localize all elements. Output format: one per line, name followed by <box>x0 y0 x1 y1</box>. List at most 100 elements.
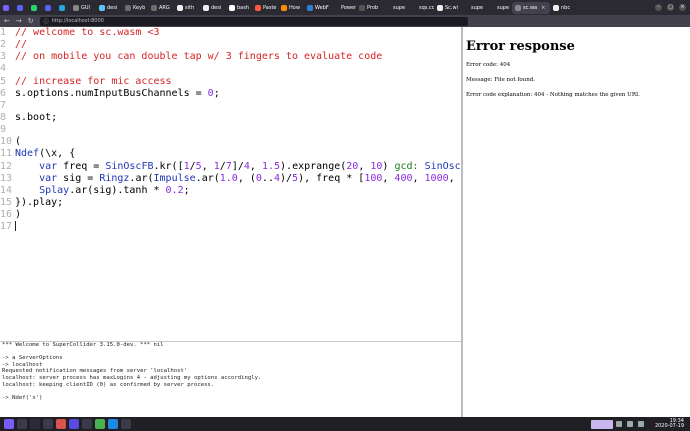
code-line[interactable]: 1 // welcome to sc.wasm <3 <box>0 27 461 39</box>
network-icon[interactable] <box>615 421 622 427</box>
code-line[interactable]: 14 Splay.ar(sig).tanh * 0.2; <box>0 185 461 197</box>
minimize-button[interactable]: – <box>655 4 662 11</box>
code-line[interactable]: 17 <box>0 221 461 233</box>
post-window: *** Welcome to SuperCollider 3.15.0-dev.… <box>0 341 461 418</box>
browser-tab[interactable]: sc.wa × <box>512 1 550 14</box>
line-number: 12 <box>0 160 13 172</box>
edge-icon[interactable] <box>108 419 118 429</box>
app-menu-icon[interactable] <box>4 419 14 429</box>
line-number: 10 <box>0 136 13 148</box>
code-token: ) <box>382 160 395 172</box>
code-line[interactable]: 15}).play; <box>0 197 461 209</box>
post-line: *** Welcome to SuperCollider 3.15.0-dev.… <box>2 342 164 348</box>
browser-tab[interactable]: sith <box>174 0 200 15</box>
code-editor[interactable]: 1 // welcome to sc.wasm <3 2 // 3 // on mobil… <box>0 27 461 340</box>
code-line[interactable]: 8 s.boot; <box>0 112 461 124</box>
code-line[interactable]: 7 <box>0 100 461 112</box>
code-token: .. <box>261 172 274 184</box>
url-bar[interactable]: ⓘ http://localhost:8000 <box>39 16 468 26</box>
arrow-left-icon[interactable]: ← <box>4 16 10 26</box>
browser-tab[interactable]: GUI <box>70 0 96 15</box>
browser-tab[interactable]: Keyb <box>122 0 148 15</box>
code-token: 1.0 <box>219 172 238 184</box>
code-token: )/ <box>280 172 293 184</box>
browser-tab[interactable]: WebF <box>304 0 330 15</box>
settings-icon[interactable] <box>121 419 131 429</box>
files-icon[interactable] <box>43 419 53 429</box>
code-token: ).exprange( <box>280 160 347 172</box>
close-tab-icon[interactable]: × <box>541 5 545 11</box>
browser-tab[interactable] <box>42 0 56 15</box>
code-token: freq = <box>57 160 106 172</box>
tab-favicon-icon <box>177 4 183 11</box>
browser-tab[interactable] <box>28 0 42 15</box>
browser-tab[interactable]: bash <box>226 0 252 15</box>
editor-icon[interactable] <box>69 419 79 429</box>
browser-tab[interactable]: Paste <box>252 0 278 15</box>
code-token: Ndef <box>15 148 40 160</box>
arrow-right-icon[interactable]: → <box>16 16 22 26</box>
code-token: 1000 <box>424 172 449 184</box>
code-token: , <box>448 172 461 184</box>
taskbar: 19:34 2020-07-19 <box>0 417 690 431</box>
folder-icon[interactable] <box>82 419 92 429</box>
code-line[interactable]: 12 var freq = SinOscFB.kr([1/5, 1/7]/4, … <box>0 161 461 173</box>
terminal-icon[interactable] <box>17 419 27 429</box>
tab-favicon-icon <box>125 4 131 11</box>
browser-tab[interactable]: Prob <box>356 0 382 15</box>
browser-tab[interactable] <box>14 0 28 15</box>
code-line[interactable]: 3 // on mobile you can double tap w/ 3 fi… <box>0 51 461 63</box>
tab-label: bash <box>237 4 250 11</box>
code-line[interactable]: 13 var sig = Ringz.ar(Impulse.ar(1.0, (0… <box>0 173 461 185</box>
browser-tab[interactable]: How <box>278 0 304 15</box>
code-token: Ringz <box>99 172 130 184</box>
browser-tab[interactable]: ARG <box>148 0 174 15</box>
maximize-button[interactable]: □ <box>667 4 674 11</box>
code-line[interactable]: 2 // <box>0 39 461 51</box>
code-line[interactable]: 9 <box>0 124 461 136</box>
sw-icon[interactable] <box>30 419 40 429</box>
browser-tab[interactable]: supe <box>382 0 408 15</box>
close-window-button[interactable]: × <box>679 4 686 11</box>
code-line[interactable]: 4 <box>0 63 461 75</box>
browser-tab[interactable]: sqs.code <box>408 0 434 15</box>
reload-icon[interactable]: ↻ <box>28 16 34 26</box>
browser-tab[interactable]: supe <box>460 0 486 15</box>
firefox-icon[interactable] <box>56 419 66 429</box>
chrome-icon[interactable] <box>95 419 105 429</box>
code-token: 20 <box>346 160 359 172</box>
post-line: localhost: server process has maxLogins … <box>2 374 262 381</box>
code-line[interactable]: 16) <box>0 209 461 221</box>
browser-tab[interactable]: nbc <box>550 0 576 15</box>
tab-strip: GUI desi Keyb ARG sith desi bash Paste How WebF Po… <box>0 0 690 15</box>
browser-tab[interactable] <box>56 0 70 15</box>
code-token: , <box>358 160 371 172</box>
line-number: 2 <box>0 39 7 51</box>
code-token: // welcome to sc.wasm <3 <box>15 27 160 38</box>
tab-favicon-icon <box>99 4 105 11</box>
clock[interactable]: 19:34 2020-07-19 <box>655 418 690 430</box>
browser-tab[interactable]: desi <box>200 0 226 15</box>
browser-tab[interactable]: PowerBi <box>330 0 356 15</box>
active-window-indicator[interactable] <box>590 419 613 429</box>
code-line[interactable]: 6 s.options.numInputBusChannels = 0; <box>0 88 461 100</box>
code-token: ) <box>15 209 22 221</box>
post-line: -> Ndef('x') <box>2 394 43 401</box>
code-line[interactable]: 11 Ndef(\x, { <box>0 148 461 160</box>
browser-tab[interactable]: desi <box>96 0 122 15</box>
browser-tab[interactable] <box>0 0 14 15</box>
tab-favicon-icon <box>553 4 559 11</box>
tab-favicon-icon <box>73 4 79 11</box>
battery-icon[interactable] <box>637 421 644 427</box>
volume-icon[interactable] <box>626 421 633 427</box>
browser-tab[interactable]: supe <box>486 0 512 15</box>
line-number: 9 <box>0 124 7 136</box>
browser-tab[interactable]: Sc.wi <box>434 0 460 15</box>
code-line[interactable]: 10( <box>0 136 461 148</box>
error-response-pane: Error response Error code: 404 Message: … <box>463 27 690 417</box>
code-token: 10 <box>370 160 383 172</box>
post-line: -> a ServerOptions <box>2 355 63 362</box>
code-token: .ar( <box>195 172 220 184</box>
code-line[interactable]: 5 // increase for mic access <box>0 76 461 88</box>
